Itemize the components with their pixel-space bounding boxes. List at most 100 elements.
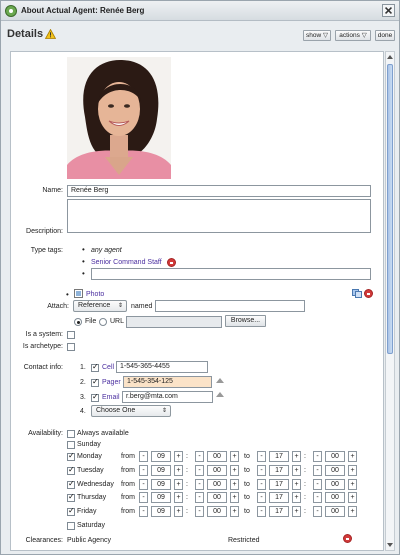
to-hour-increment[interactable]: + — [292, 506, 301, 517]
browse-button[interactable]: Browse... — [225, 315, 266, 327]
name-field[interactable]: Renée Berg — [67, 185, 371, 197]
contact-type-select[interactable]: Choose One ⇕ — [91, 405, 171, 417]
is-archetype-checkbox[interactable] — [67, 343, 75, 351]
from-minute-decrement[interactable]: - — [195, 465, 204, 476]
show-menu-button[interactable]: show ▽ — [303, 30, 331, 41]
to-minute-field[interactable]: 00 — [325, 465, 345, 476]
to-minute-decrement[interactable]: - — [313, 506, 322, 517]
to-minute-field[interactable]: 00 — [325, 451, 345, 462]
from-minute-increment[interactable]: + — [230, 492, 239, 503]
to-hour-increment[interactable]: + — [292, 492, 301, 503]
day-checkbox-tuesday[interactable] — [67, 465, 75, 475]
from-hour-field[interactable]: 09 — [151, 506, 171, 517]
from-minute-field[interactable]: 00 — [207, 465, 227, 476]
copy-photo-icon[interactable] — [352, 289, 362, 298]
to-hour-decrement[interactable]: - — [257, 451, 266, 462]
to-minute-decrement[interactable]: - — [313, 451, 322, 462]
move-up-icon[interactable] — [216, 392, 224, 397]
from-hour-increment[interactable]: + — [174, 451, 183, 462]
from-minute-increment[interactable]: + — [230, 465, 239, 476]
to-minute-decrement[interactable]: - — [313, 479, 322, 490]
scroll-thumb[interactable] — [387, 64, 393, 354]
remove-photo-icon[interactable] — [364, 289, 373, 298]
file-radio[interactable] — [74, 318, 82, 326]
from-minute-field[interactable]: 00 — [207, 492, 227, 503]
new-tag-input[interactable] — [91, 268, 371, 280]
url-input[interactable] — [126, 316, 222, 328]
to-hour-field[interactable]: 17 — [269, 492, 289, 503]
to-hour-field[interactable]: 17 — [269, 479, 289, 490]
from-hour-increment[interactable]: + — [174, 492, 183, 503]
to-minute-field[interactable]: 00 — [325, 492, 345, 503]
from-hour-increment[interactable]: + — [174, 479, 183, 490]
from-minute-decrement[interactable]: - — [195, 479, 204, 490]
contact-email-checkbox[interactable] — [91, 392, 99, 402]
from-hour-increment[interactable]: + — [174, 465, 183, 476]
from-hour-decrement[interactable]: - — [139, 479, 148, 490]
to-minute-decrement[interactable]: - — [313, 492, 322, 503]
tag-senior-command-staff[interactable]: Senior Command Staff — [91, 259, 162, 266]
always-available-checkbox[interactable] — [67, 430, 75, 438]
attach-select[interactable]: Reference ⇕ — [73, 300, 127, 312]
day-checkbox-monday[interactable] — [67, 451, 75, 461]
from-minute-increment[interactable]: + — [230, 479, 239, 490]
from-hour-field[interactable]: 09 — [151, 451, 171, 462]
contact-cell-input[interactable]: 1-545-365-4455 — [116, 361, 208, 373]
to-hour-field[interactable]: 17 — [269, 506, 289, 517]
to-minute-field[interactable]: 00 — [325, 506, 345, 517]
to-hour-increment[interactable]: + — [292, 465, 301, 476]
to-hour-increment[interactable]: + — [292, 479, 301, 490]
day-checkbox-sunday[interactable] — [67, 441, 75, 449]
to-minute-increment[interactable]: + — [348, 479, 357, 490]
is-system-checkbox[interactable] — [67, 331, 75, 339]
to-hour-increment[interactable]: + — [292, 451, 301, 462]
move-up-icon[interactable] — [216, 378, 224, 383]
from-minute-increment[interactable]: + — [230, 451, 239, 462]
contact-cell-checkbox[interactable] — [91, 362, 99, 372]
from-minute-field[interactable]: 00 — [207, 506, 227, 517]
contact-email-input[interactable]: r.berg@mta.com — [122, 391, 213, 403]
to-hour-field[interactable]: 17 — [269, 451, 289, 462]
contact-pager-input[interactable]: 1-545-354-125 — [123, 376, 212, 388]
from-hour-increment[interactable]: + — [174, 506, 183, 517]
to-minute-decrement[interactable]: - — [313, 465, 322, 476]
photo-name-input[interactable] — [155, 300, 305, 312]
description-field[interactable] — [67, 199, 371, 233]
done-button[interactable]: done — [375, 30, 395, 41]
day-checkbox-friday[interactable] — [67, 506, 75, 516]
from-hour-decrement[interactable]: - — [139, 492, 148, 503]
day-checkbox-thursday[interactable] — [67, 492, 75, 502]
from-hour-decrement[interactable]: - — [139, 465, 148, 476]
to-minute-increment[interactable]: + — [348, 451, 357, 462]
contact-type-email[interactable]: Email — [102, 394, 120, 401]
from-hour-field[interactable]: 09 — [151, 492, 171, 503]
contact-type-cell[interactable]: Cell — [102, 364, 114, 371]
photo-link[interactable]: Photo — [86, 291, 104, 298]
scroll-down-icon[interactable] — [387, 542, 393, 548]
to-minute-increment[interactable]: + — [348, 492, 357, 503]
scroll-up-icon[interactable] — [387, 54, 393, 60]
contact-pager-checkbox[interactable] — [91, 377, 99, 387]
to-minute-increment[interactable]: + — [348, 465, 357, 476]
from-minute-field[interactable]: 00 — [207, 479, 227, 490]
day-checkbox-saturday[interactable] — [67, 522, 75, 530]
to-hour-decrement[interactable]: - — [257, 506, 266, 517]
to-hour-field[interactable]: 17 — [269, 465, 289, 476]
from-minute-decrement[interactable]: - — [195, 451, 204, 462]
from-hour-field[interactable]: 09 — [151, 465, 171, 476]
close-button[interactable] — [382, 4, 395, 17]
contact-type-pager[interactable]: Pager — [102, 379, 121, 386]
to-minute-increment[interactable]: + — [348, 506, 357, 517]
vertical-scrollbar[interactable] — [385, 51, 395, 551]
to-hour-decrement[interactable]: - — [257, 465, 266, 476]
remove-clearance-icon[interactable] — [343, 534, 352, 543]
url-radio[interactable] — [99, 318, 107, 326]
to-hour-decrement[interactable]: - — [257, 492, 266, 503]
actions-menu-button[interactable]: actions ▽ — [335, 30, 371, 41]
from-minute-decrement[interactable]: - — [195, 492, 204, 503]
remove-tag-icon[interactable] — [167, 258, 176, 267]
from-minute-field[interactable]: 00 — [207, 451, 227, 462]
to-hour-decrement[interactable]: - — [257, 479, 266, 490]
from-hour-field[interactable]: 09 — [151, 479, 171, 490]
from-hour-decrement[interactable]: - — [139, 451, 148, 462]
